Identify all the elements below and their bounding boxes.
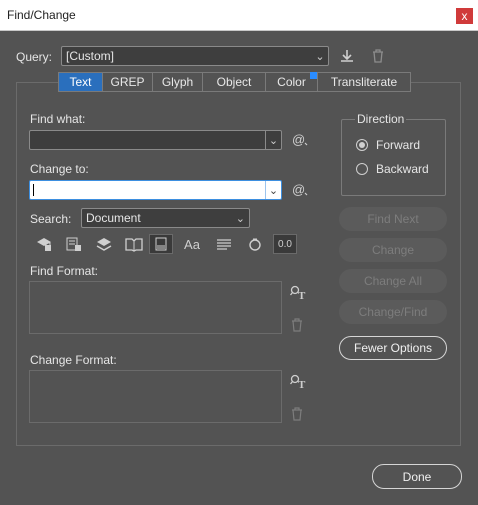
radio-backward[interactable] [356,163,368,175]
svg-text:@: @ [292,182,305,197]
find-format-box[interactable] [29,281,282,334]
search-scope-value: Document [86,211,141,225]
find-format-label: Find Format: [30,264,99,278]
change-format-box[interactable] [29,370,282,423]
done-button[interactable]: Done [372,464,462,489]
whole-word-icon[interactable] [211,234,237,254]
direction-label: Direction [355,112,407,126]
case-sensitive-icon[interactable]: Aa [173,234,211,254]
direction-group [341,119,446,196]
tab-glyph[interactable]: Glyph [153,72,203,92]
change-to-label: Change to: [30,162,89,176]
close-button[interactable]: x [456,8,473,24]
tab-color-label: Color [277,75,306,89]
radio-forward[interactable] [356,139,368,151]
special-characters-change-icon[interactable]: @ [290,181,310,199]
query-value: [Custom] [66,49,115,63]
find-what-label: Find what: [30,112,86,126]
find-what-input[interactable]: ⌄ [29,130,282,150]
special-characters-find-icon[interactable]: @ [290,131,310,149]
include-locked-layers-icon[interactable] [30,234,58,254]
tab-grep[interactable]: GREP [103,72,153,92]
query-select[interactable]: [Custom] ⌄ [61,46,329,66]
clear-change-format-icon [289,405,305,423]
include-master-pages-icon[interactable] [119,234,149,254]
include-footnotes-icon[interactable] [149,234,173,254]
tab-text[interactable]: Text [58,72,103,92]
color-tab-indicator-icon [310,72,317,79]
chevron-down-icon[interactable]: ⌄ [265,131,281,149]
chevron-down-icon[interactable]: ⌄ [265,181,281,199]
include-hidden-layers-icon[interactable] [89,234,119,254]
direction-backward-label: Backward [376,162,429,176]
text-cursor [33,184,34,196]
change-to-input[interactable]: ⌄ [29,180,282,200]
full-half-width-icon[interactable]: 0.0 [273,234,297,254]
specify-find-format-icon[interactable]: T [289,284,307,302]
delete-query-icon [369,46,387,66]
fewer-options-button[interactable]: Fewer Options [339,336,447,360]
direction-forward-label: Forward [376,138,421,152]
find-next-button: Find Next [339,207,447,231]
svg-text:T: T [298,290,306,301]
direction-backward-option[interactable]: Backward [356,162,429,176]
change-all-button: Change All [339,269,447,293]
tab-bar: Text GREP Glyph Object Color Translitera… [58,72,411,92]
kana-sensitive-icon[interactable] [237,234,273,254]
svg-text:@: @ [292,132,305,147]
search-label: Search: [30,212,72,226]
chevron-down-icon: ⌄ [235,212,245,225]
change-format-label: Change Format: [30,353,117,367]
tab-object[interactable]: Object [203,72,266,92]
window-title: Find/Change [7,8,76,22]
chevron-down-icon: ⌄ [315,50,325,63]
change-find-button: Change/Find [339,300,447,324]
save-query-icon[interactable] [337,46,357,66]
include-locked-stories-icon[interactable] [58,234,89,254]
specify-change-format-icon[interactable]: T [289,373,307,391]
tab-color[interactable]: Color [266,72,318,92]
change-button: Change [339,238,447,262]
search-scope-select[interactable]: Document ⌄ [81,208,250,228]
direction-forward-option[interactable]: Forward [356,138,420,152]
query-label: Query: [16,50,53,64]
tab-transliterate[interactable]: Transliterate [318,72,411,92]
svg-text:T: T [298,379,306,390]
search-options-bar: Aa 0.0 [30,234,297,254]
clear-find-format-icon [289,316,305,334]
